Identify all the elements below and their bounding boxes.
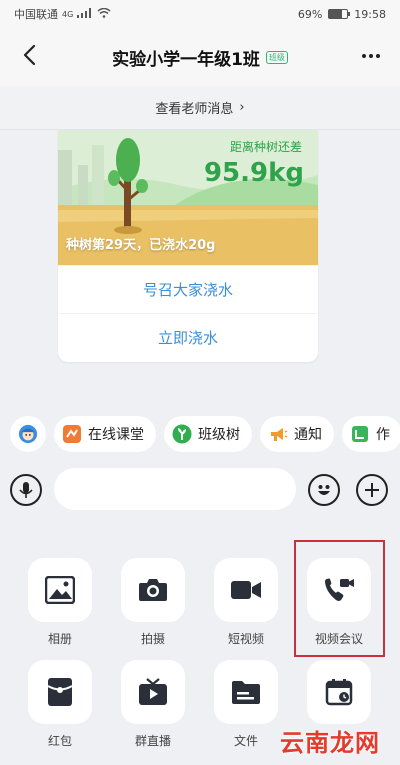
battery-icon xyxy=(328,9,351,19)
watering-status: 种树第29天，已浇水20g xyxy=(66,238,216,253)
red-packet-icon xyxy=(47,678,73,706)
chat-header: 实验小学一年级1班 班级 xyxy=(0,28,400,86)
tool-label: 红包 xyxy=(47,734,72,748)
more-dot-icon xyxy=(376,54,380,58)
tool-label: 拍摄 xyxy=(140,632,165,646)
tool-short-video[interactable]: 短视频 xyxy=(206,558,286,658)
tool-label: 群直播 xyxy=(134,734,171,748)
view-teacher-messages[interactable]: 查看老师消息 › xyxy=(0,86,400,130)
tool-label: 相册 xyxy=(47,632,72,646)
emoji-button[interactable] xyxy=(308,474,340,506)
page-title: 实验小学一年级1班 xyxy=(112,49,260,70)
video-meeting-highlight xyxy=(294,540,385,657)
more-tools-button[interactable] xyxy=(356,474,388,506)
plus-icon xyxy=(365,483,379,497)
online-class-icon xyxy=(62,424,82,444)
camera-tile[interactable] xyxy=(121,558,185,622)
quick-tab-online-class[interactable]: 在线课堂 xyxy=(54,416,156,452)
wifi-icon xyxy=(97,7,111,21)
signal-icon xyxy=(77,7,93,21)
clock: 19:58 xyxy=(354,7,386,21)
quick-tab-assistant[interactable] xyxy=(10,416,46,452)
more-options-button[interactable] xyxy=(356,42,386,70)
class-badge: 班级 xyxy=(265,50,288,64)
voice-input-button[interactable] xyxy=(10,474,42,506)
folder-icon xyxy=(232,681,260,704)
assistant-avatar-icon xyxy=(18,424,38,444)
message-input[interactable] xyxy=(54,468,296,510)
teacher-messages-label: 查看老师消息 xyxy=(155,102,234,117)
back-button[interactable] xyxy=(14,40,44,70)
image-icon xyxy=(45,576,75,604)
homework-icon xyxy=(350,424,370,444)
quick-tab-class-tree[interactable]: 班级树 xyxy=(164,416,252,452)
distance-value: 95.9kg xyxy=(203,158,304,188)
video-camera-icon xyxy=(231,581,261,599)
microphone-icon xyxy=(19,482,33,498)
status-bar: 中国联通 4G 69% 19:58 xyxy=(0,0,400,28)
tv-live-icon xyxy=(139,678,167,705)
quick-tab-homework[interactable]: 作 xyxy=(342,416,400,452)
camera-icon xyxy=(139,579,167,601)
quick-tab-label: 在线课堂 xyxy=(88,427,144,443)
more-dot-icon xyxy=(362,54,366,58)
message-input-row xyxy=(0,462,400,518)
network-label: 4G xyxy=(62,9,74,19)
schedule-tile[interactable] xyxy=(307,660,371,724)
quick-tab-label: 班级树 xyxy=(198,427,240,443)
tree-scene[interactable]: 距离种树还差 95.9kg 种树第29天，已浇水20g xyxy=(58,130,318,265)
calendar-icon xyxy=(325,679,353,706)
tool-album[interactable]: 相册 xyxy=(20,558,100,658)
class-tree-icon xyxy=(172,424,192,444)
red-packet-tile[interactable] xyxy=(28,660,92,724)
chevron-right-icon: › xyxy=(239,100,245,115)
short-video-tile[interactable] xyxy=(214,558,278,622)
album-tile[interactable] xyxy=(28,558,92,622)
class-tree-card: 距离种树还差 95.9kg 种树第29天，已浇水20g 号召大家浇水 立即浇水 xyxy=(58,130,318,362)
quick-tab-label: 作 xyxy=(376,427,390,443)
more-dot-icon xyxy=(369,54,373,58)
group-live-tile[interactable] xyxy=(121,660,185,724)
megaphone-icon xyxy=(268,424,288,444)
tool-label: 短视频 xyxy=(227,632,264,646)
battery-percent: 69% xyxy=(297,7,323,21)
water-now-button[interactable]: 立即浇水 xyxy=(58,313,318,361)
tool-label: 文件 xyxy=(233,734,258,748)
tool-red-packet[interactable]: 红包 xyxy=(20,660,100,760)
quick-tab-label: 通知 xyxy=(294,427,322,443)
watermark-logo: 云南龙网 xyxy=(280,728,380,757)
tool-group-live[interactable]: 群直播 xyxy=(113,660,193,760)
call-everyone-water-button[interactable]: 号召大家浇水 xyxy=(58,265,318,313)
smiley-icon xyxy=(318,485,330,495)
distance-label: 距离种树还差 xyxy=(229,140,302,154)
carrier-label: 中国联通 xyxy=(14,8,58,21)
quick-tabs: 在线课堂 班级树 通知 作 xyxy=(0,412,400,456)
chevron-left-icon xyxy=(23,44,36,66)
quick-tab-notice[interactable]: 通知 xyxy=(260,416,334,452)
file-tile[interactable] xyxy=(214,660,278,724)
tool-camera[interactable]: 拍摄 xyxy=(113,558,193,658)
